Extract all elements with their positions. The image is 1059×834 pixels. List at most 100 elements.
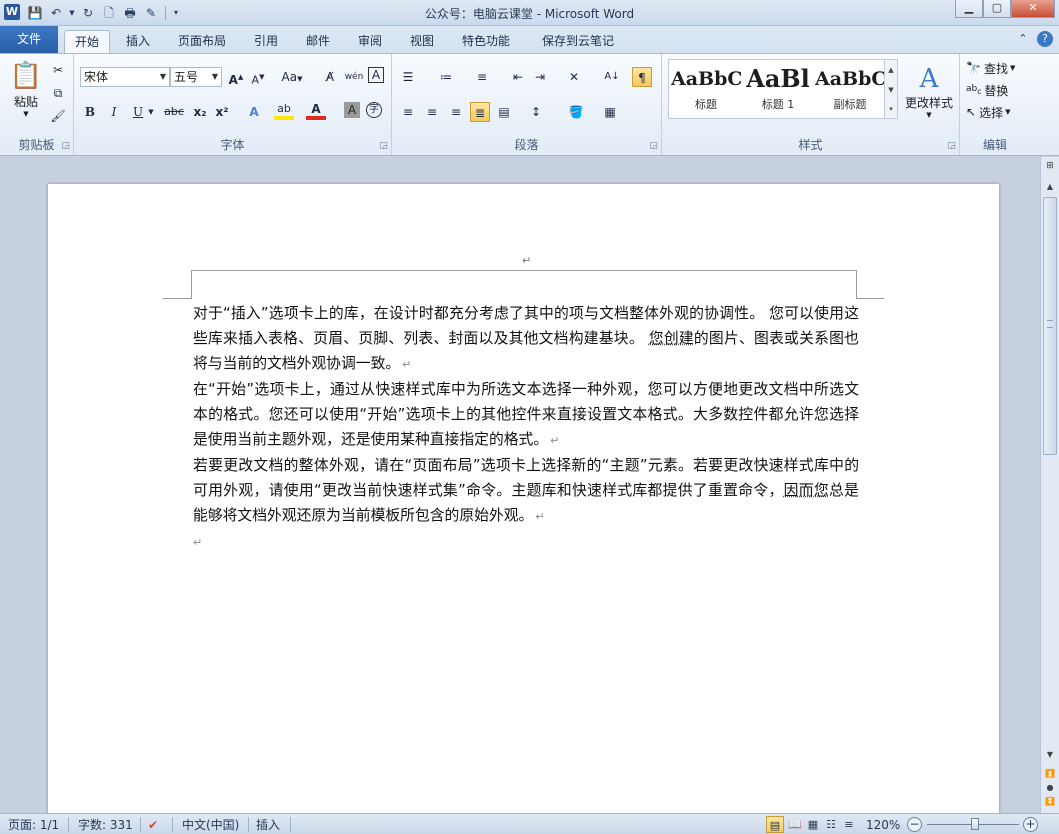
tab-mailings[interactable]: 邮件: [296, 30, 340, 53]
scroll-down-icon[interactable]: ▼: [1042, 747, 1058, 763]
replace-button[interactable]: abc 替换: [966, 80, 1008, 100]
tab-references[interactable]: 引用: [244, 30, 288, 53]
chevron-down-icon[interactable]: ▼: [146, 102, 156, 122]
document-page[interactable]: ↵ 对于“插入”选项卡上的库，在设计时都充分考虑了其中的项与文档整体外观的协调性…: [48, 184, 999, 813]
select-button[interactable]: ↖ 选择 ▼: [966, 102, 1010, 122]
justify-icon[interactable]: ≣: [470, 102, 490, 122]
paragraph[interactable]: 在“开始”选项卡上，通过从快速样式库中为所选文本选择一种外观，您可以方便地更改文…: [193, 377, 859, 453]
insert-mode[interactable]: 插入: [256, 817, 280, 833]
minimize-button[interactable]: ▁: [955, 0, 983, 18]
line-spacing-icon[interactable]: ↕: [526, 102, 546, 122]
proofing-icon[interactable]: ✔: [148, 817, 158, 833]
show-hide-marks-icon[interactable]: ¶: [632, 67, 652, 87]
copy-icon[interactable]: ⧉: [48, 83, 68, 103]
word-count[interactable]: 字数: 331: [78, 817, 133, 833]
scroll-thumb[interactable]: [1043, 197, 1057, 455]
tab-special-features[interactable]: 特色功能: [452, 30, 520, 53]
strikethrough-icon[interactable]: abc: [162, 102, 186, 122]
full-screen-reading-icon[interactable]: 📖: [786, 816, 804, 833]
previous-page-icon[interactable]: ⏫: [1042, 767, 1058, 781]
ruler-toggle-icon[interactable]: ⊞: [1042, 161, 1058, 175]
italic-icon[interactable]: I: [104, 102, 124, 122]
phonetic-guide-icon[interactable]: wén: [344, 67, 364, 87]
style-heading-1[interactable]: AaBl 标题 1: [743, 62, 813, 116]
decrease-indent-icon[interactable]: ⇤: [508, 67, 528, 87]
change-case-icon[interactable]: Aa▼: [278, 67, 306, 87]
tab-review[interactable]: 审阅: [348, 30, 392, 53]
shading-icon[interactable]: 🪣: [566, 102, 586, 122]
character-shading-icon[interactable]: A: [344, 102, 360, 118]
paragraph[interactable]: 若要更改文档的整体外观，请在“页面布局”选项卡上选择新的“主题”元素。若要更改快…: [193, 453, 859, 529]
paste-icon: 📋: [9, 60, 43, 91]
clear-formatting-icon[interactable]: A̸: [320, 67, 340, 87]
styles-scroll[interactable]: ▲ ▼ ▾: [884, 59, 898, 119]
sort-icon[interactable]: A↓: [602, 67, 622, 87]
align-center-icon[interactable]: ≡: [422, 102, 442, 122]
align-right-icon[interactable]: ≡: [446, 102, 466, 122]
browse-object-icon[interactable]: ●: [1042, 781, 1058, 795]
zoom-level[interactable]: 120%: [866, 817, 900, 833]
font-color-icon[interactable]: A: [306, 102, 326, 120]
group-label-editing: 编辑: [982, 138, 1007, 152]
dialog-launcher-icon[interactable]: ◲: [61, 141, 70, 151]
document-body[interactable]: 对于“插入”选项卡上的库，在设计时都充分考虑了其中的项与文档整体外观的协调性。 …: [193, 301, 859, 555]
outline-view-icon[interactable]: ☷: [822, 816, 840, 833]
help-icon[interactable]: ?: [1037, 31, 1053, 47]
bold-icon[interactable]: B: [80, 102, 100, 122]
zoom-out-icon[interactable]: −: [907, 817, 922, 832]
font-name-dropdown[interactable]: 宋体 ▼: [80, 67, 170, 87]
cut-icon[interactable]: ✂: [48, 60, 68, 80]
web-layout-icon[interactable]: ▦: [804, 816, 822, 833]
increase-indent-icon[interactable]: ⇥: [530, 67, 550, 87]
tab-home[interactable]: 开始: [64, 30, 111, 53]
scroll-down-icon[interactable]: ▼: [885, 80, 897, 100]
tab-view[interactable]: 视图: [400, 30, 444, 53]
grow-font-icon[interactable]: A▲: [226, 67, 246, 87]
font-size-dropdown[interactable]: 五号 ▼: [170, 67, 222, 87]
dialog-launcher-icon[interactable]: ◲: [947, 141, 956, 151]
multilevel-list-icon[interactable]: ≡: [472, 67, 492, 87]
scroll-up-icon[interactable]: ▲: [885, 60, 897, 80]
next-page-icon[interactable]: ⏬: [1042, 795, 1058, 809]
underline-icon[interactable]: U: [128, 102, 148, 122]
subscript-icon[interactable]: x₂: [190, 102, 210, 122]
bullets-icon[interactable]: ☰: [398, 67, 418, 87]
character-border-icon[interactable]: A: [368, 67, 384, 83]
vertical-scrollbar[interactable]: ⊞ ▲ ▼ ⏫ ● ⏬: [1040, 157, 1059, 813]
numbering-icon[interactable]: ≔: [436, 67, 456, 87]
shrink-font-icon[interactable]: A▼: [248, 67, 268, 87]
style-title[interactable]: AaBbC 标题: [671, 62, 741, 116]
highlight-icon[interactable]: ab: [274, 102, 294, 120]
tab-insert[interactable]: 插入: [116, 30, 160, 53]
align-left-icon[interactable]: ≡: [398, 102, 418, 122]
draft-view-icon[interactable]: ≡: [840, 816, 858, 833]
distributed-icon[interactable]: ▤: [494, 102, 514, 122]
find-button[interactable]: 🔭 查找 ▼: [966, 58, 1015, 78]
more-styles-icon[interactable]: ▾: [885, 100, 897, 118]
tab-page-layout[interactable]: 页面布局: [168, 30, 236, 53]
chinese-layout-icon[interactable]: ✕: [564, 67, 584, 87]
format-painter-icon[interactable]: 🖌: [48, 106, 68, 126]
style-subtitle[interactable]: AaBbC 副标题: [815, 62, 885, 116]
maximize-button[interactable]: ▢: [983, 0, 1011, 18]
superscript-icon[interactable]: x²: [212, 102, 232, 122]
dialog-launcher-icon[interactable]: ◲: [379, 141, 388, 151]
close-button[interactable]: ✕: [1011, 0, 1055, 18]
borders-icon[interactable]: ▦: [600, 102, 620, 122]
zoom-in-icon[interactable]: +: [1023, 817, 1038, 832]
paste-button[interactable]: 📋 粘贴 ▼: [6, 58, 46, 120]
minimize-ribbon-icon[interactable]: ⌃: [1015, 31, 1031, 47]
language[interactable]: 中文(中国): [182, 817, 239, 833]
tab-file[interactable]: 文件: [0, 26, 58, 53]
print-layout-view-icon[interactable]: ▤: [766, 816, 784, 833]
page-count[interactable]: 页面: 1/1: [8, 817, 59, 833]
enclose-characters-icon[interactable]: 字: [366, 102, 382, 118]
scroll-up-icon[interactable]: ▲: [1042, 179, 1058, 195]
change-styles-button[interactable]: A 更改样式 ▼: [902, 59, 956, 123]
paragraph[interactable]: 对于“插入”选项卡上的库，在设计时都充分考虑了其中的项与文档整体外观的协调性。 …: [193, 301, 859, 377]
text-effects-icon[interactable]: A: [244, 102, 264, 122]
tab-save-to-cloud-notes[interactable]: 保存到云笔记: [532, 30, 624, 53]
zoom-slider-thumb[interactable]: [970, 818, 979, 830]
empty-paragraph[interactable]: ↵: [193, 529, 859, 555]
dialog-launcher-icon[interactable]: ◲: [649, 141, 658, 151]
